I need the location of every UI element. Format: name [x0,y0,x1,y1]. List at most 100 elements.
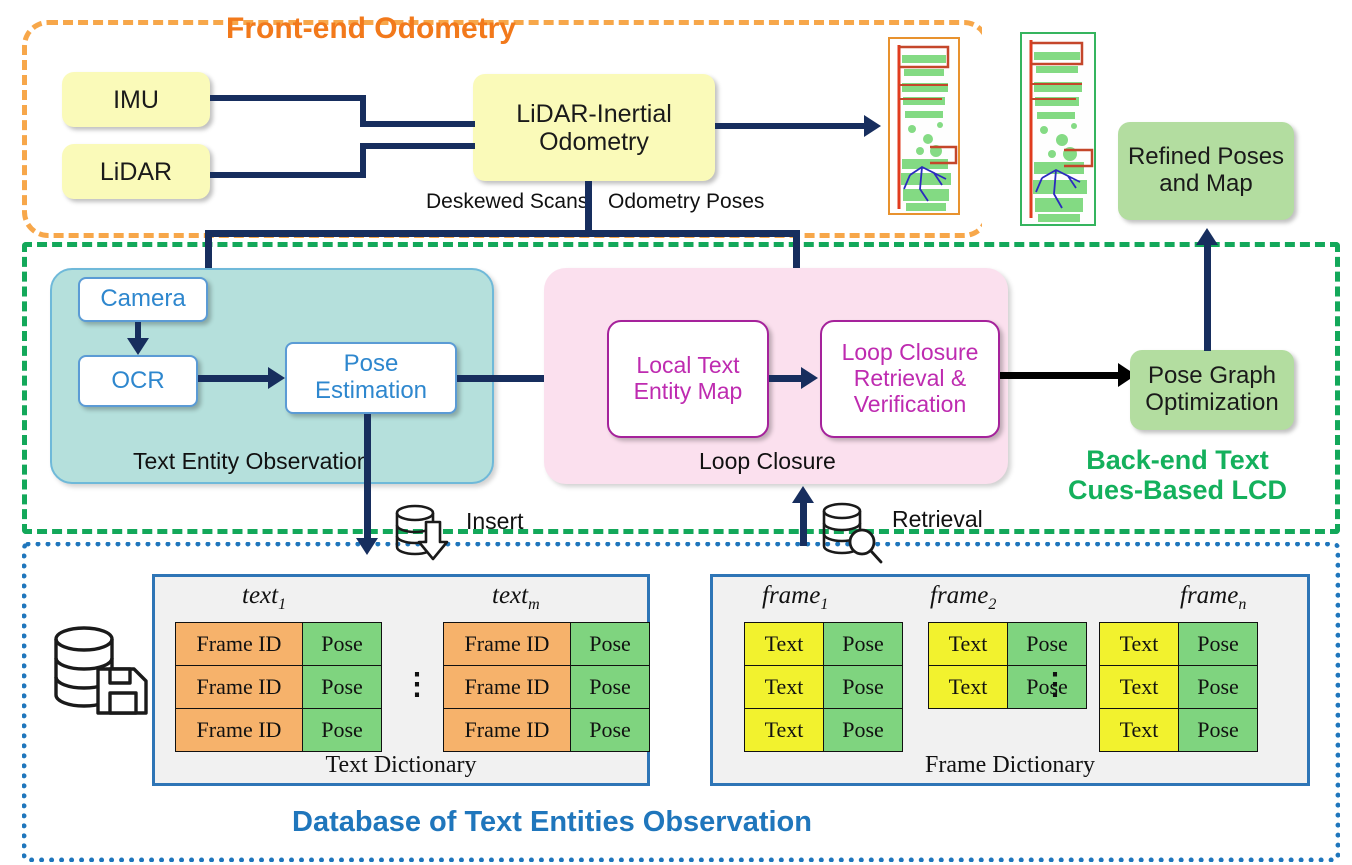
table-row: Frame ID Pose [443,708,650,752]
text-dictionary-table-2: Frame ID Pose Frame ID Pose Frame ID Pos… [443,622,650,752]
region-title-back-end-line1: Back-end Text [1086,445,1269,475]
pointcloud-map-front-icon [888,37,960,215]
edge-lio-trunk [585,181,592,236]
node-imu[interactable]: IMU [62,72,210,127]
edge-label-retrieval: Retrieval [892,506,983,532]
node-lcrv-line3: Verification [853,390,967,417]
mask-frontend-right [982,16,998,232]
fd-cell-pose: Pose [823,708,903,752]
edge-bus-horizontal [205,230,800,237]
arrowhead-posegraph-refined [1196,228,1218,245]
table-row: Text Pose [1099,622,1258,666]
frame-dictionary-ellipsis: ⋮ [1040,668,1070,701]
node-lidar[interactable]: LiDAR [62,144,210,199]
table-row: Text Pose [744,708,903,752]
fd-g2-label: frame [930,582,989,609]
fd-cell-pose: Pose [1178,665,1258,709]
td-g2-label: text [492,582,529,609]
edge-lidar-seg3 [360,143,475,149]
fd-cell-text: Text [1099,665,1179,709]
node-local-text-entity-map[interactable]: Local Text Entity Map [607,320,769,438]
fd-cell-pose: Pose [1178,708,1258,752]
region-title-front-end: Front-end Odometry [226,12,516,45]
node-lio-line2: Odometry [539,127,649,156]
text-dictionary-group-label-2: textm [492,582,540,614]
pointcloud-map-back-icon [1020,32,1096,226]
fd-cell-text: Text [744,622,824,666]
arrowhead-pose-to-database [356,538,378,555]
text-dictionary-title: Text Dictionary [325,752,477,778]
edge-lcrv-posegraph [1000,372,1122,379]
fd-g1-sub: 1 [820,596,829,613]
frame-dictionary-group-label-2: frame2 [930,582,996,614]
table-row: Text Pose [744,665,903,709]
node-loop-closure-retrieval-verification[interactable]: Loop Closure Retrieval & Verification [820,320,1000,438]
text-dictionary-ellipsis: ⋮ [402,668,432,701]
arrowhead-lio-to-map [864,115,881,137]
panel-label-text-entity-observation: Text Entity Observation [133,448,370,474]
fd-cell-text: Text [928,665,1008,709]
node-lio-line1: LiDAR-Inertial [516,99,672,128]
fd-g3-sub: n [1238,596,1247,613]
fd-cell-text: Text [1099,622,1179,666]
td-g2-sub: m [528,596,540,613]
fd-cell-text: Text [1099,708,1179,752]
edge-label-deskewed-scans: Deskewed Scans [426,190,589,213]
td-cell-pose: Pose [570,665,650,709]
node-local-map-line2: Entity Map [633,378,743,404]
td-g1-sub: 1 [278,596,287,613]
table-row: Frame ID Pose [175,622,382,666]
edge-ocr-pose [198,375,270,382]
edge-pose-to-database [364,414,371,546]
td-cell-pose: Pose [302,708,382,752]
edge-lidar-seg1 [210,172,366,178]
edge-lio-to-map [715,123,867,129]
node-lidar-inertial-odometry[interactable]: LiDAR-Inertial Odometry [473,74,715,181]
table-row: Frame ID Pose [443,665,650,709]
node-ocr[interactable]: OCR [78,355,198,407]
node-pose-graph-optimization[interactable]: Pose Graph Optimization [1130,350,1294,430]
node-posegraph-line2: Optimization [1145,389,1279,416]
td-cell-frameid: Frame ID [443,708,571,752]
node-refined-line2: and Map [1159,170,1253,197]
edge-label-insert: Insert [466,508,524,534]
frame-dictionary-table-3: Text Pose Text Pose Text Pose [1099,622,1258,752]
edge-imu-seg1 [210,95,366,101]
arrowhead-camera-ocr [127,338,149,355]
fd-g3-label: frame [1180,582,1239,609]
table-row: Text Pose [928,622,1087,666]
td-cell-frameid: Frame ID [175,622,303,666]
edge-label-odometry-poses: Odometry Poses [608,190,765,213]
node-camera[interactable]: Camera [78,277,208,322]
td-cell-pose: Pose [302,665,382,709]
region-title-back-end: Back-end Text Cues-Based LCD [1068,445,1287,505]
arrowhead-localmap-lcrv [801,367,818,389]
fd-cell-text: Text [744,708,824,752]
database-insert-icon [390,502,452,569]
node-lcrv-line2: Retrieval & [853,365,967,392]
frame-dictionary-title: Frame Dictionary [925,752,1095,778]
fd-cell-pose: Pose [1178,622,1258,666]
td-cell-frameid: Frame ID [175,708,303,752]
table-row: Frame ID Pose [175,708,382,752]
td-cell-pose: Pose [570,622,650,666]
frame-dictionary-group-label-1: frame1 [762,582,828,614]
fd-g1-label: frame [762,582,821,609]
table-row: Frame ID Pose [443,622,650,666]
panel-label-loop-closure: Loop Closure [699,448,836,474]
fd-cell-text: Text [928,622,1008,666]
text-dictionary-table-1: Frame ID Pose Frame ID Pose Frame ID Pos… [175,622,382,752]
region-title-back-end-line2: Cues-Based LCD [1068,475,1288,506]
database-search-icon [818,500,884,569]
fd-g2-sub: 2 [988,596,997,613]
node-local-map-line1: Local Text [636,352,740,379]
arrowhead-ocr-pose [268,367,285,389]
diagram-canvas: Front-end Odometry Back-end Text Cues-Ba… [0,0,1352,865]
database-save-icon [46,623,150,726]
frame-dictionary-table-1: Text Pose Text Pose Text Pose [744,622,903,752]
region-title-database: Database of Text Entities Observation [292,806,812,838]
node-pose-estimation[interactable]: Pose Estimation [285,342,457,414]
td-cell-frameid: Frame ID [443,622,571,666]
node-refined-poses-and-map[interactable]: Refined Poses and Map [1118,122,1294,220]
frame-dictionary-group-label-3: framen [1180,582,1246,614]
